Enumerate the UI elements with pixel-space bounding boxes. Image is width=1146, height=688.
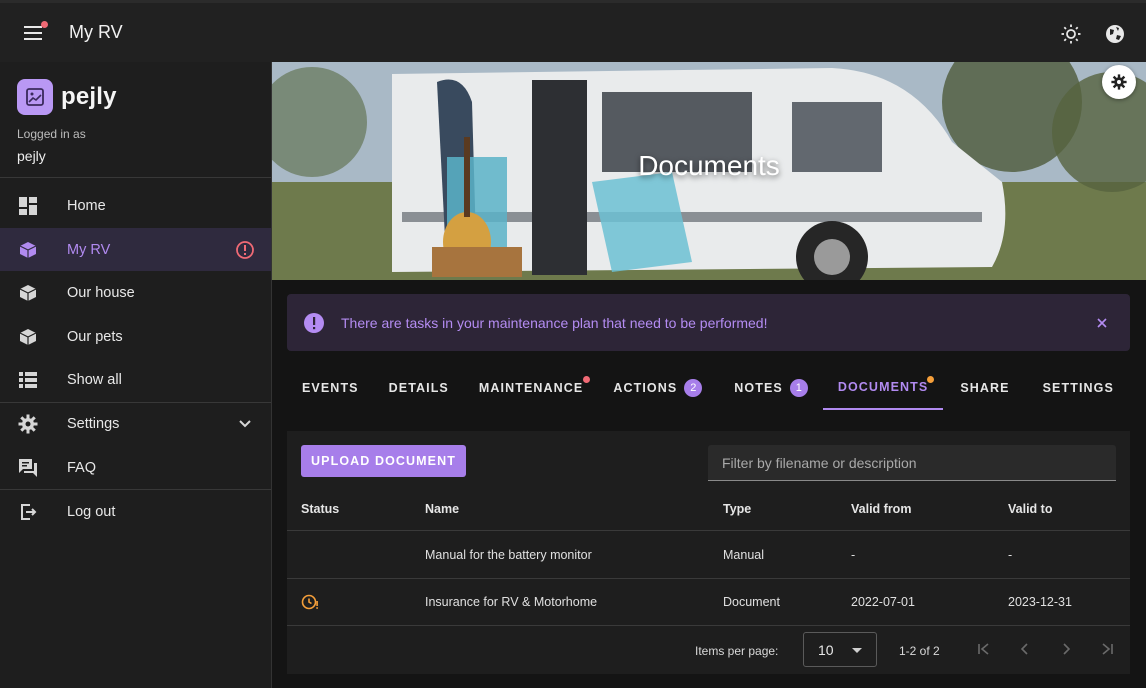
upload-document-button[interactable]: UPLOAD DOCUMENT [301, 445, 466, 477]
tab-notes[interactable]: NOTES 1 [719, 366, 823, 410]
document-valid-from: 2022-07-01 [851, 595, 915, 609]
tab-bar: EVENTS DETAILS MAINTENANCE ACTIONS 2 NOTE… [287, 366, 1129, 410]
gear-icon [18, 414, 38, 434]
brand-name: pejly [61, 83, 117, 110]
tab-label: DETAILS [388, 381, 449, 395]
column-header-name[interactable]: Name [425, 502, 459, 516]
list-icon [18, 370, 38, 390]
items-per-page-label: Items per page: [695, 644, 779, 658]
hero-banner: Documents [272, 62, 1146, 280]
tab-label: EVENTS [302, 381, 359, 395]
paginator: Items per page: 10 1-2 of 2 [287, 627, 1130, 674]
tab-details[interactable]: DETAILS [374, 366, 464, 410]
document-name: Insurance for RV & Motorhome [425, 595, 598, 609]
document-valid-to: - [1008, 548, 1013, 562]
sidebar-item-our-house[interactable]: Our house [0, 271, 271, 314]
last-page-icon[interactable] [1097, 639, 1117, 659]
brand[interactable]: pejly [17, 79, 117, 115]
tab-badge: 2 [684, 379, 703, 397]
table-header: Status Name Type Valid from Valid to [287, 487, 1130, 531]
page-title: Documents [638, 150, 780, 181]
close-icon[interactable] [1094, 315, 1110, 331]
document-valid-to: 2023-12-31 [1008, 595, 1072, 609]
cube-icon [18, 240, 38, 260]
filter-input[interactable] [708, 445, 1116, 481]
sidebar-item-label: Show all [67, 371, 122, 388]
tab-label: NOTES [734, 381, 783, 395]
sidebar-item-label: Settings [67, 415, 120, 432]
tab-events[interactable]: EVENTS [287, 366, 374, 410]
alert-circle-icon [303, 312, 325, 334]
sidebar-item-label: Our pets [67, 328, 123, 345]
cube-icon [18, 283, 38, 303]
brand-logo-icon [17, 79, 53, 115]
document-name: Manual for the battery monitor [425, 548, 592, 562]
logged-in-label: Logged in as [17, 127, 86, 141]
tab-documents[interactable]: DOCUMENTS [822, 366, 944, 410]
menu-notification-dot [41, 20, 48, 28]
sidebar-item-label: Log out [67, 503, 116, 520]
first-page-icon[interactable] [974, 639, 994, 659]
tab-label: ACTIONS [613, 381, 678, 395]
dashboard-icon [18, 196, 38, 216]
items-per-page-value: 10 [818, 642, 834, 658]
tab-notification-dot [927, 376, 935, 383]
sidebar-item-label: Home [67, 197, 106, 214]
tab-settings[interactable]: SETTINGS [1028, 366, 1129, 410]
tab-label: SETTINGS [1042, 381, 1114, 395]
table-row[interactable]: Insurance for RV & Motorhome Document 20… [287, 579, 1130, 626]
main-content: Documents There are tasks in your mainte… [272, 62, 1146, 688]
gear-icon[interactable] [1102, 65, 1136, 99]
globe-icon[interactable] [1104, 23, 1126, 45]
logged-in-user: pejly [17, 148, 46, 164]
logout-icon [18, 502, 38, 522]
documents-card: UPLOAD DOCUMENT Status Name Type Valid f… [287, 431, 1130, 674]
sidebar: pejly Logged in as pejly Home My RV Our … [0, 62, 272, 688]
sidebar-item-faq[interactable]: FAQ [0, 446, 271, 489]
faq-icon [18, 458, 38, 478]
document-valid-from: - [851, 548, 856, 562]
dropdown-arrow-icon [852, 648, 862, 653]
tab-label: MAINTENANCE [478, 381, 584, 395]
page-range-label: 1-2 of 2 [899, 644, 940, 658]
sidebar-item-label: Our house [67, 284, 135, 301]
sidebar-item-label: FAQ [67, 459, 97, 476]
tab-badge: 1 [789, 379, 808, 397]
alert-message: There are tasks in your maintenance plan… [341, 314, 768, 331]
sidebar-item-label: My RV [67, 241, 111, 258]
sidebar-item-settings[interactable]: Settings [0, 402, 271, 445]
column-header-valid-to[interactable]: Valid to [1008, 502, 1052, 516]
column-header-status[interactable]: Status [301, 502, 339, 516]
document-type: Manual [723, 548, 764, 562]
tab-label: SHARE [960, 381, 1010, 395]
cube-icon [18, 327, 38, 347]
items-per-page-select[interactable]: 10 [803, 632, 877, 667]
previous-page-icon[interactable] [1015, 639, 1035, 659]
tab-actions[interactable]: ACTIONS 2 [598, 366, 717, 410]
clock-alert-icon [301, 593, 321, 613]
table-row[interactable]: Manual for the battery monitor Manual - … [287, 532, 1130, 579]
sidebar-divider [0, 177, 271, 178]
menu-icon[interactable] [21, 20, 48, 45]
app-title: My RV [69, 22, 123, 42]
sidebar-item-log-out[interactable]: Log out [0, 490, 271, 533]
maintenance-alert: There are tasks in your maintenance plan… [287, 294, 1130, 351]
column-header-valid-from[interactable]: Valid from [851, 502, 911, 516]
top-app-bar: My RV [0, 0, 1146, 62]
tab-share[interactable]: SHARE [945, 366, 1024, 410]
brightness-icon[interactable] [1060, 23, 1082, 45]
tab-notification-dot [583, 376, 591, 383]
tab-label: DOCUMENTS [837, 380, 929, 394]
column-header-type[interactable]: Type [723, 502, 751, 516]
sidebar-item-home[interactable]: Home [0, 184, 271, 227]
alert-circle-icon [235, 240, 255, 260]
chevron-down-icon [235, 414, 255, 434]
sidebar-item-our-pets[interactable]: Our pets [0, 315, 271, 358]
tab-maintenance[interactable]: MAINTENANCE [464, 366, 598, 410]
sidebar-item-my-rv[interactable]: My RV [0, 228, 271, 271]
next-page-icon[interactable] [1056, 639, 1076, 659]
document-type: Document [723, 595, 780, 609]
sidebar-item-show-all[interactable]: Show all [0, 358, 271, 401]
